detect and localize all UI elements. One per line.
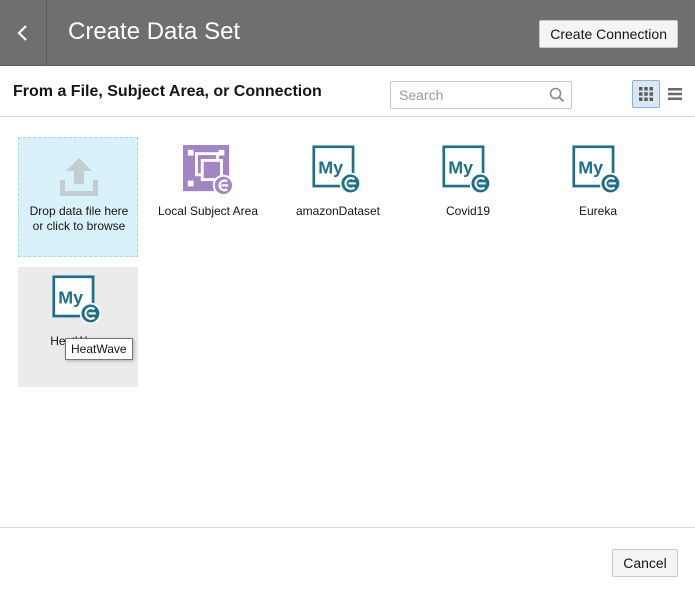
search-box[interactable] [390,81,572,109]
grid-view-icon [639,87,653,101]
tile-label: Eureka [578,204,618,218]
dialog-header: Create Data Set Create Connection [0,0,695,66]
svg-text:My: My [58,288,83,308]
svg-text:My: My [448,158,473,178]
list-view-icon [668,88,682,100]
source-tile-covid19[interactable]: My Covid19 [408,137,528,257]
grid-view-toggle[interactable] [632,80,660,108]
list-view-toggle[interactable] [664,80,686,108]
svg-text:My: My [318,158,343,178]
tile-label: amazonDataset [295,204,381,218]
source-tile-local-subject-area[interactable]: Local Subject Area [148,137,268,257]
tooltip: HeatWave [65,338,133,360]
upload-icon [60,158,98,196]
search-icon[interactable] [549,87,565,103]
mysql-connection-icon: My [442,145,492,195]
page-title: Create Data Set [68,18,241,45]
mysql-connection-icon: My [572,145,622,195]
search-input[interactable] [391,82,541,108]
source-tile-heatwave[interactable]: My HeatWave [18,267,138,387]
source-tile-eureka[interactable]: My Eureka [538,137,658,257]
cancel-button[interactable]: Cancel [612,549,678,577]
chevron-left-icon [17,24,27,41]
subject-area-icon [183,145,233,195]
back-button[interactable] [0,0,47,65]
svg-text:My: My [578,158,603,178]
file-drop-zone[interactable]: Drop data file here or click to browse [18,137,138,257]
tile-label: Local Subject Area [157,204,259,218]
tile-label: Covid19 [445,204,491,218]
source-tile-amazondataset[interactable]: My amazonDataset [278,137,398,257]
source-toolbar: From a File, Subject Area, or Connection [0,66,695,117]
create-connection-button[interactable]: Create Connection [539,20,678,48]
dialog-footer: Cancel [0,527,695,596]
section-title: From a File, Subject Area, or Connection [13,83,322,100]
mysql-connection-icon: My [52,275,102,325]
mysql-connection-icon: My [312,145,362,195]
drop-zone-label: Drop data file here or click to browse [29,204,129,233]
